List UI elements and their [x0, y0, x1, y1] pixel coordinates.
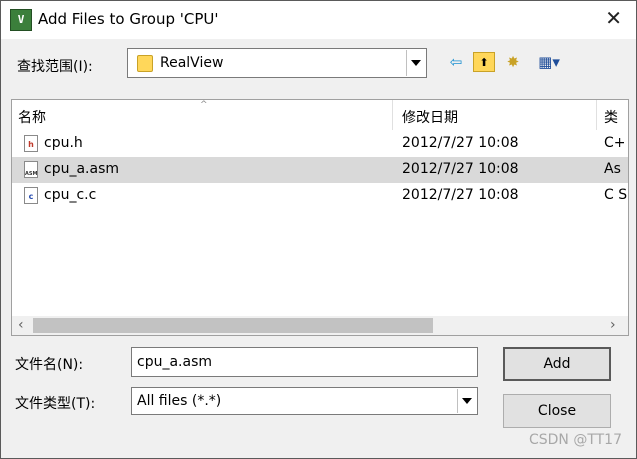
chevron-down-icon — [462, 398, 472, 404]
back-icon[interactable]: ⇦ — [446, 52, 466, 72]
chevron-down-icon — [411, 60, 421, 66]
look-in-value: RealView — [160, 55, 224, 71]
new-folder-icon[interactable]: ✸ — [502, 52, 524, 72]
file-name-label: 文件名(N): — [15, 357, 84, 373]
file-date: 2012/7/27 10:08 — [402, 135, 519, 151]
header-file-icon: h — [24, 135, 38, 152]
column-divider[interactable] — [392, 100, 393, 130]
file-type: C+ — [604, 135, 626, 151]
uvision-app-icon: V — [10, 9, 32, 31]
look-in-label: 查找范围(I): — [17, 59, 93, 75]
scroll-left-icon[interactable]: ‹ — [18, 317, 24, 333]
file-type-value: All files (*.*) — [137, 393, 222, 409]
watermark: CSDN @TT17 — [528, 432, 622, 448]
sort-caret-icon: ^ — [200, 100, 208, 110]
look-in-dropdown-button[interactable] — [406, 50, 425, 76]
file-date: 2012/7/27 10:08 — [402, 187, 519, 203]
scrollbar-thumb[interactable] — [33, 318, 433, 333]
horizontal-scrollbar[interactable]: ‹ › — [12, 316, 628, 335]
c-source-file-icon: c — [24, 187, 38, 204]
look-in-combo[interactable]: RealView — [127, 48, 427, 78]
up-folder-icon[interactable]: ⬆ — [473, 52, 495, 72]
close-window-icon[interactable]: ✕ — [605, 7, 622, 29]
window-title: Add Files to Group 'CPU' — [38, 10, 219, 28]
scroll-right-icon[interactable]: › — [610, 317, 616, 333]
file-row-cpu-a-asm[interactable]: ASM cpu_a.asm 2012/7/27 10:08 As — [12, 157, 628, 183]
file-type-dropdown-button[interactable] — [457, 389, 476, 413]
file-date: 2012/7/27 10:08 — [402, 161, 519, 177]
file-list[interactable]: ^ 名称 修改日期 类 h cpu.h 2012/7/27 10:08 C+ A… — [11, 99, 629, 336]
file-name: cpu_c.c — [44, 187, 97, 203]
add-files-dialog: V Add Files to Group 'CPU' ✕ 查找范围(I): Re… — [0, 0, 637, 459]
title-bar: V Add Files to Group 'CPU' ✕ — [1, 1, 636, 39]
file-name: cpu_a.asm — [44, 161, 119, 177]
file-type: As — [604, 161, 621, 177]
list-header: ^ 名称 修改日期 类 — [12, 100, 628, 130]
folder-icon — [137, 55, 153, 72]
column-header-date[interactable]: 修改日期 — [402, 107, 458, 127]
asm-file-icon: ASM — [24, 161, 38, 178]
file-type-combo[interactable]: All files (*.*) — [131, 387, 478, 415]
column-header-type[interactable]: 类 — [604, 107, 618, 127]
add-button[interactable]: Add — [503, 347, 611, 381]
file-name-input[interactable] — [131, 347, 478, 377]
close-button[interactable]: Close — [503, 394, 611, 428]
file-row-cpu-c-c[interactable]: c cpu_c.c 2012/7/27 10:08 C S — [12, 183, 628, 209]
file-row-cpu-h[interactable]: h cpu.h 2012/7/27 10:08 C+ — [12, 131, 628, 157]
file-type-label: 文件类型(T): — [15, 396, 96, 412]
column-divider[interactable] — [596, 100, 597, 130]
file-name: cpu.h — [44, 135, 83, 151]
column-header-name[interactable]: 名称 — [18, 107, 46, 127]
view-menu-icon[interactable]: ▦▾ — [531, 52, 567, 72]
file-type: C S — [604, 187, 628, 203]
